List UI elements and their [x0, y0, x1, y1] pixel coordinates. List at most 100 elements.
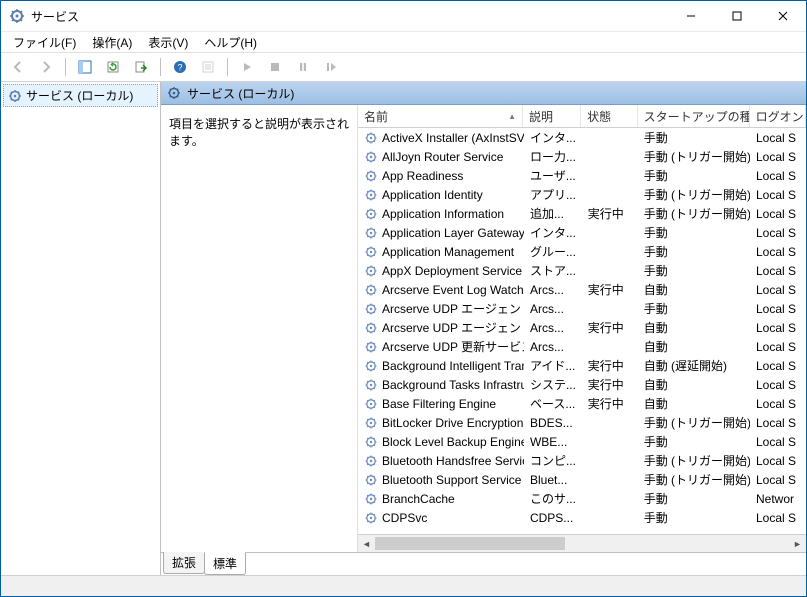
help-button[interactable]: ?: [167, 55, 193, 79]
restart-service-button[interactable]: [318, 55, 344, 79]
col-header-name[interactable]: 名前 ▲: [358, 105, 523, 127]
gear-icon: [8, 89, 22, 103]
col-header-description[interactable]: 説明: [523, 105, 581, 127]
menu-file[interactable]: ファイル(F): [5, 32, 84, 53]
scroll-track[interactable]: [375, 535, 789, 552]
horizontal-scrollbar[interactable]: ◄ ►: [358, 534, 806, 552]
service-row[interactable]: Background Tasks Infrastruc...システ...実行中自…: [358, 375, 806, 394]
service-logon: Local S: [750, 188, 806, 202]
service-row[interactable]: Arcserve Event Log WatchArcs...実行中自動Loca…: [358, 280, 806, 299]
service-name: Arcserve UDP エージェント サー...: [382, 319, 524, 336]
gear-icon: [364, 188, 378, 202]
forward-button[interactable]: [33, 55, 59, 79]
gear-icon: [364, 302, 378, 316]
tree-root-services-local[interactable]: サービス (ローカル): [3, 84, 158, 107]
service-row[interactable]: App Readinessユーザ...手動Local S: [358, 166, 806, 185]
service-row[interactable]: Block Level Backup Engine ...WBE...手動Loc…: [358, 432, 806, 451]
service-name: ActiveX Installer (AxInstSV): [382, 131, 524, 145]
service-row[interactable]: AllJoyn Router Serviceロー力...手動 (トリガー開始)L…: [358, 147, 806, 166]
service-name: Application Identity: [382, 188, 483, 202]
service-description: Arcs...: [524, 302, 582, 316]
show-hide-tree-button[interactable]: [72, 55, 98, 79]
close-button[interactable]: [760, 1, 806, 31]
titlebar: サービス: [1, 1, 806, 32]
service-logon: Local S: [750, 416, 806, 430]
service-row[interactable]: Arcserve UDP エージェント エク...Arcs...手動Local …: [358, 299, 806, 318]
service-row[interactable]: CDPSvcCDPS...手動Local S: [358, 508, 806, 527]
pause-service-button[interactable]: [290, 55, 316, 79]
stop-service-button[interactable]: [262, 55, 288, 79]
service-description: ロー力...: [524, 148, 582, 165]
maximize-button[interactable]: [714, 1, 760, 31]
service-logon: Local S: [750, 454, 806, 468]
scroll-left-icon[interactable]: ◄: [358, 535, 375, 552]
service-description: WBE...: [524, 435, 582, 449]
export-list-button[interactable]: [128, 55, 154, 79]
gear-icon: [364, 435, 378, 449]
service-startup: 手動: [638, 262, 750, 279]
service-logon: Local S: [750, 264, 806, 278]
start-service-button[interactable]: [234, 55, 260, 79]
service-description: BDES...: [524, 416, 582, 430]
toolbar-separator: [160, 58, 161, 76]
window: サービス ファイル(F) 操作(A) 表示(V) ヘルプ(H): [0, 0, 807, 597]
properties-button[interactable]: [195, 55, 221, 79]
back-button[interactable]: [5, 55, 31, 79]
service-startup: 自動: [638, 338, 750, 355]
service-description: 追加...: [524, 205, 582, 222]
service-logon: Local S: [750, 207, 806, 221]
service-startup: 自動: [638, 376, 750, 393]
service-row[interactable]: Application Information追加...実行中手動 (トリガー開…: [358, 204, 806, 223]
col-header-status[interactable]: 状態: [581, 105, 637, 127]
gear-icon: [364, 416, 378, 430]
service-name: AllJoyn Router Service: [382, 150, 503, 164]
gear-icon: [364, 150, 378, 164]
service-row[interactable]: Application Managementグルー...手動Local S: [358, 242, 806, 261]
service-startup: 手動: [638, 224, 750, 241]
service-startup: 自動: [638, 395, 750, 412]
service-row[interactable]: Bluetooth Handsfree Serviceコンピ...手動 (トリガ…: [358, 451, 806, 470]
service-row[interactable]: Arcserve UDP 更新サービスArcs...自動Local S: [358, 337, 806, 356]
service-name: App Readiness: [382, 169, 463, 183]
service-description: インタ...: [524, 224, 582, 241]
service-description: CDPS...: [524, 511, 582, 525]
list-body[interactable]: ActiveX Installer (AxInstSV)インタ...手動Loca…: [358, 128, 806, 534]
service-row[interactable]: Bluetooth Support ServiceBluet...手動 (トリガ…: [358, 470, 806, 489]
service-row[interactable]: BitLocker Drive Encryption ...BDES...手動 …: [358, 413, 806, 432]
service-startup: 手動: [638, 167, 750, 184]
toolbar: ?: [1, 53, 806, 82]
service-row[interactable]: ActiveX Installer (AxInstSV)インタ...手動Loca…: [358, 128, 806, 147]
gear-icon: [364, 245, 378, 259]
tab-extended[interactable]: 拡張: [163, 552, 205, 574]
pane-content: 項目を選択すると説明が表示されます。 名前 ▲ 説明 状態 スタートアップの種類…: [161, 105, 806, 552]
service-logon: Local S: [750, 359, 806, 373]
service-row[interactable]: Base Filtering Engineベース...実行中自動Local S: [358, 394, 806, 413]
pane-header: サービス (ローカル): [161, 82, 806, 105]
service-name: Base Filtering Engine: [382, 397, 496, 411]
service-name: Bluetooth Support Service: [382, 473, 521, 487]
service-row[interactable]: Application Identityアプリ...手動 (トリガー開始)Loc…: [358, 185, 806, 204]
service-row[interactable]: AppX Deployment Service (...ストア...手動Loca…: [358, 261, 806, 280]
scroll-right-icon[interactable]: ►: [789, 535, 806, 552]
body-area: サービス (ローカル) サービス (ローカル) 項目を選択すると説明が表示されま…: [1, 82, 806, 575]
service-description: Arcs...: [524, 283, 582, 297]
tab-standard[interactable]: 標準: [204, 552, 246, 575]
refresh-button[interactable]: [100, 55, 126, 79]
toolbar-separator: [227, 58, 228, 76]
minimize-button[interactable]: [668, 1, 714, 31]
service-name: Background Tasks Infrastruc...: [382, 378, 524, 392]
service-logon: Local S: [750, 511, 806, 525]
service-row[interactable]: BranchCacheこのサ...手動Networ: [358, 489, 806, 508]
col-header-logon[interactable]: ログオン: [750, 105, 806, 127]
gear-icon: [364, 169, 378, 183]
service-startup: 手動 (トリガー開始): [638, 186, 750, 203]
col-header-startup[interactable]: スタートアップの種類: [638, 105, 750, 127]
service-row[interactable]: Arcserve UDP エージェント サー...Arcs...実行中自動Loc…: [358, 318, 806, 337]
service-row[interactable]: Background Intelligent Tran...アイド...実行中自…: [358, 356, 806, 375]
service-description: ユーザ...: [524, 167, 582, 184]
menu-view[interactable]: 表示(V): [140, 32, 196, 53]
scroll-thumb[interactable]: [375, 537, 565, 550]
menu-help[interactable]: ヘルプ(H): [196, 32, 265, 53]
menu-action[interactable]: 操作(A): [84, 32, 140, 53]
service-row[interactable]: Application Layer Gateway ...インタ...手動Loc…: [358, 223, 806, 242]
